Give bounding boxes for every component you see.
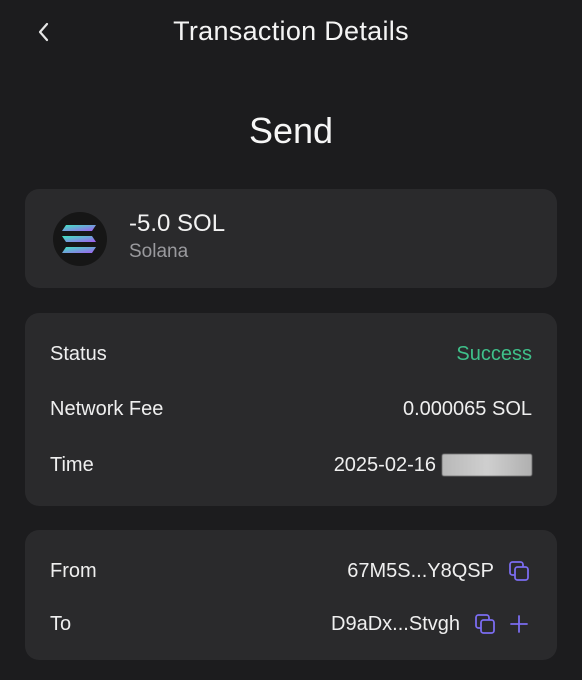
to-address: D9aDx...Stvgh (331, 612, 460, 635)
top-bar: Transaction Details (0, 0, 582, 66)
transaction-type-heading: Send (248, 110, 334, 151)
status-row: Status Success (50, 339, 532, 369)
header-title: Transaction Details (173, 16, 409, 46)
time-value-group: 2025-02-16 (334, 454, 532, 477)
network-fee-label: Network Fee (50, 397, 164, 420)
status-label: Status (50, 342, 107, 365)
copy-from-button[interactable] (506, 558, 532, 584)
asset-card: -5.0 SOL Solana (25, 189, 557, 288)
from-address: 67M5S...Y8QSP (347, 559, 494, 582)
details-card: Status Success Network Fee 0.000065 SOL … (25, 313, 557, 506)
network-fee-value: 0.000065 SOL (403, 397, 532, 420)
time-value: 2025-02-16 (333, 453, 436, 476)
network-fee-row: Network Fee 0.000065 SOL (50, 394, 532, 424)
copy-icon (509, 561, 529, 581)
address-card: From 67M5S...Y8QSP To D9aDx...Stvgh (25, 530, 557, 660)
to-value-group: D9aDx...Stvgh (331, 611, 532, 637)
plus-icon (510, 615, 528, 633)
solana-logo-icon (53, 212, 107, 266)
copy-icon (475, 614, 495, 634)
from-row: From 67M5S...Y8QSP (50, 556, 532, 586)
from-label: From (50, 559, 97, 582)
to-label: To (50, 612, 72, 635)
add-contact-button[interactable] (506, 611, 532, 637)
to-row: To D9aDx...Stvgh (50, 609, 532, 639)
copy-to-button[interactable] (472, 611, 498, 637)
redacted-time-block (442, 454, 532, 476)
from-value-group: 67M5S...Y8QSP (347, 558, 532, 584)
token-name: Solana (129, 241, 189, 262)
time-row: Time 2025-02-16 (50, 450, 532, 480)
status-value: Success (456, 342, 532, 365)
time-label: Time (50, 453, 94, 476)
amount: -5.0 SOL (129, 210, 226, 237)
